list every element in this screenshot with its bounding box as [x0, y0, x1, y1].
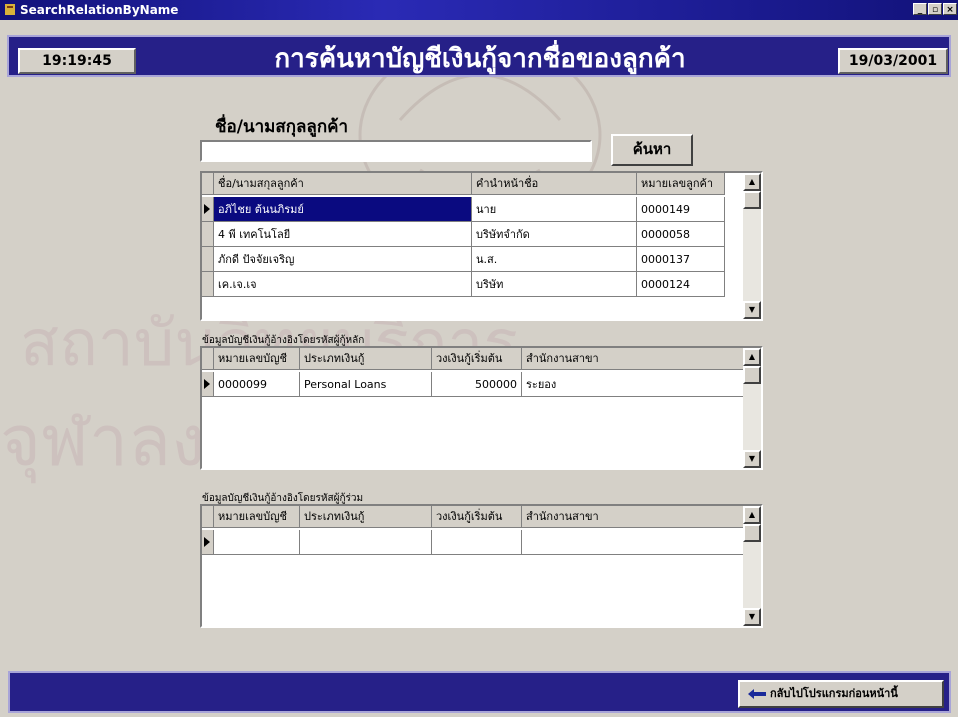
- scroll-up-icon[interactable]: ▲: [743, 173, 761, 191]
- table-cell[interactable]: [432, 530, 522, 555]
- table-cell[interactable]: [300, 530, 432, 555]
- page-title: การค้นหาบัญชีเงินกู้จากชื่อของลูกค้า: [274, 44, 686, 74]
- column-header[interactable]: ประเภทเงินกู้: [300, 348, 432, 370]
- window-title: SearchRelationByName: [20, 3, 179, 17]
- column-header[interactable]: ประเภทเงินกู้: [300, 506, 432, 528]
- row-indicator-header: [202, 506, 214, 528]
- row-indicator-header: [202, 348, 214, 370]
- column-header[interactable]: หมายเลขบัญชี: [214, 506, 300, 528]
- current-row-arrow-icon: [202, 530, 214, 555]
- scroll-thumb[interactable]: [743, 191, 761, 209]
- column-header[interactable]: วงเงินกู้เริ่มต้น: [432, 506, 522, 528]
- close-icon[interactable]: ×: [943, 3, 957, 15]
- scroll-down-icon[interactable]: ▼: [743, 608, 761, 626]
- search-button[interactable]: ค้นหา: [611, 134, 693, 166]
- date-display: 19/03/2001: [838, 48, 948, 74]
- scroll-down-icon[interactable]: ▼: [743, 301, 761, 319]
- back-button[interactable]: กลับไปโปรแกรมก่อนหน้านี้: [738, 680, 944, 708]
- table-cell[interactable]: Personal Loans: [300, 372, 432, 397]
- customer-grid-scrollbar[interactable]: ▲ ▼: [743, 173, 761, 319]
- joint-accounts-scrollbar[interactable]: ▲ ▼: [743, 506, 761, 626]
- current-row-arrow-icon: [202, 197, 214, 222]
- table-cell[interactable]: [522, 530, 744, 555]
- scroll-thumb[interactable]: [743, 366, 761, 384]
- column-header[interactable]: ชื่อ/นามสกุลลูกค้า: [214, 173, 472, 195]
- table-cell[interactable]: ภักดี ปัจจัยเจริญ: [214, 247, 472, 272]
- customer-grid[interactable]: ชื่อ/นามสกุลลูกค้า คำนำหน้าชื่อ หมายเลขล…: [200, 171, 763, 321]
- table-row[interactable]: ภักดี ปัจจัยเจริญ น.ส. 0000137: [202, 247, 761, 272]
- column-header[interactable]: หมายเลขลูกค้า: [637, 173, 725, 195]
- clock-display: 19:19:45: [18, 48, 136, 74]
- app-icon: [5, 4, 15, 15]
- back-arrow-icon: [748, 689, 766, 699]
- scroll-up-icon[interactable]: ▲: [743, 348, 761, 366]
- minimize-icon[interactable]: _: [913, 3, 927, 15]
- table-row-new[interactable]: [202, 530, 761, 555]
- main-accounts-scrollbar[interactable]: ▲ ▼: [743, 348, 761, 468]
- table-cell[interactable]: 0000058: [637, 222, 725, 247]
- scroll-thumb[interactable]: [743, 524, 761, 542]
- table-cell[interactable]: 0000124: [637, 272, 725, 297]
- window-titlebar[interactable]: SearchRelationByName _ ▫ ×: [0, 0, 958, 20]
- current-row-arrow-icon: [202, 372, 214, 397]
- table-cell[interactable]: น.ส.: [472, 247, 637, 272]
- column-header[interactable]: หมายเลขบัญชี: [214, 348, 300, 370]
- row-indicator: [202, 222, 214, 247]
- main-accounts-grid[interactable]: หมายเลขบัญชี ประเภทเงินกู้ วงเงินกู้เริ่…: [200, 346, 763, 470]
- customer-name-input[interactable]: [200, 140, 592, 162]
- back-button-label: กลับไปโปรแกรมก่อนหน้านี้: [770, 687, 898, 700]
- table-cell[interactable]: อภิไชย ต้นนภิรมย์: [214, 197, 472, 222]
- joint-accounts-header: หมายเลขบัญชี ประเภทเงินกู้ วงเงินกู้เริ่…: [202, 506, 761, 531]
- scroll-up-icon[interactable]: ▲: [743, 506, 761, 524]
- row-indicator: [202, 272, 214, 297]
- table-cell[interactable]: ระยอง: [522, 372, 744, 397]
- table-cell[interactable]: 0000137: [637, 247, 725, 272]
- table-cell[interactable]: [214, 530, 300, 555]
- table-row[interactable]: 4 พี เทคโนโลยี บริษัทจำกัด 0000058: [202, 222, 761, 247]
- table-cell[interactable]: นาย: [472, 197, 637, 222]
- table-cell[interactable]: 0000099: [214, 372, 300, 397]
- column-header[interactable]: คำนำหน้าชื่อ: [472, 173, 637, 195]
- customer-grid-header: ชื่อ/นามสกุลลูกค้า คำนำหน้าชื่อ หมายเลขล…: [202, 173, 761, 198]
- table-row[interactable]: อภิไชย ต้นนภิรมย์ นาย 0000149: [202, 197, 761, 222]
- scroll-down-icon[interactable]: ▼: [743, 450, 761, 468]
- column-header[interactable]: วงเงินกู้เริ่มต้น: [432, 348, 522, 370]
- table-cell[interactable]: บริษัทจำกัด: [472, 222, 637, 247]
- table-cell[interactable]: 0000149: [637, 197, 725, 222]
- customer-name-label: ชื่อ/นามสกุลลูกค้า: [215, 117, 349, 137]
- table-cell[interactable]: เค.เจ.เจ: [214, 272, 472, 297]
- table-cell[interactable]: 4 พี เทคโนโลยี: [214, 222, 472, 247]
- row-indicator: [202, 247, 214, 272]
- maximize-icon[interactable]: ▫: [928, 3, 942, 15]
- table-cell[interactable]: 500000: [432, 372, 522, 397]
- main-accounts-header: หมายเลขบัญชี ประเภทเงินกู้ วงเงินกู้เริ่…: [202, 348, 761, 373]
- table-row[interactable]: เค.เจ.เจ บริษัท 0000124: [202, 272, 761, 297]
- table-row[interactable]: 0000099 Personal Loans 500000 ระยอง: [202, 372, 761, 397]
- joint-accounts-grid[interactable]: หมายเลขบัญชี ประเภทเงินกู้ วงเงินกู้เริ่…: [200, 504, 763, 628]
- table-cell[interactable]: บริษัท: [472, 272, 637, 297]
- column-header[interactable]: สำนักงานสาขา: [522, 506, 744, 528]
- column-header[interactable]: สำนักงานสาขา: [522, 348, 744, 370]
- row-indicator-header: [202, 173, 214, 195]
